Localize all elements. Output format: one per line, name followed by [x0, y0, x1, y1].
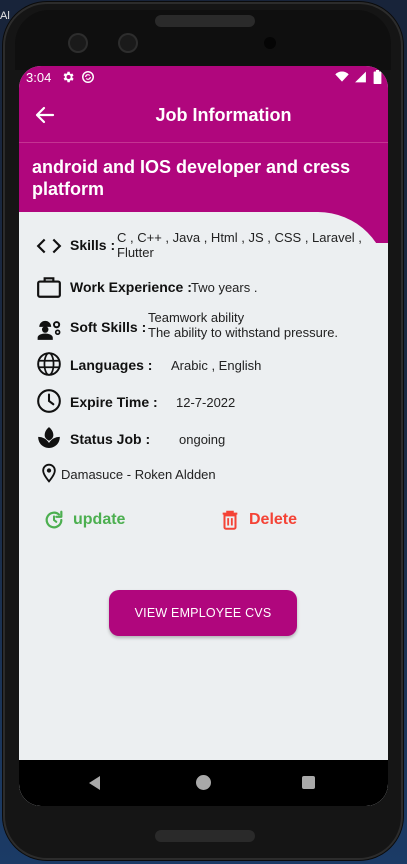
signal-icon	[355, 71, 367, 83]
soft-skills-value: Teamwork ability The ability to withstan…	[148, 310, 338, 340]
skills-row: Skills : C , C++ , Java , Html , JS , CS…	[36, 230, 381, 266]
skills-value: C , C++ , Java , Html , JS , CSS , Larav…	[117, 230, 362, 260]
soft-skills-row: Soft Skills : Teamwork ability The abili…	[36, 310, 381, 344]
soft-skills-value-line1: Teamwork ability	[148, 310, 245, 325]
android-navigation-bar	[19, 760, 388, 806]
page-title: Job Information	[155, 105, 292, 125]
earpiece-speaker	[155, 15, 255, 27]
skills-value-line2: Flutter	[117, 245, 154, 260]
proximity-sensor-icon	[264, 37, 276, 49]
spa-leaf-icon	[38, 427, 60, 448]
expire-time-label: Expire Time :	[70, 394, 158, 410]
gear-icon	[63, 71, 74, 83]
status-job-value: ongoing	[179, 432, 226, 447]
status-time: 3:04	[26, 70, 52, 85]
sync-icon	[82, 71, 94, 83]
nav-home-icon[interactable]	[196, 775, 211, 790]
front-camera-icon	[68, 33, 88, 53]
expire-time-value: 12-7-2022	[176, 395, 236, 410]
delete-button[interactable]: Delete	[219, 506, 319, 534]
phone-screen: 3:04 Job Information android and IOS dev…	[19, 66, 388, 806]
experience-row: Work Experience : Two years .	[36, 274, 381, 302]
languages-label: Languages :	[70, 357, 153, 373]
experience-value: Two years .	[191, 280, 258, 295]
bottom-speaker	[155, 830, 255, 842]
update-button[interactable]: update	[43, 506, 143, 534]
engineering-worker-icon	[37, 320, 61, 340]
languages-row: Languages : Arabic , English	[36, 351, 381, 379]
location-value: Damasuce - Roken Aldden	[61, 467, 216, 482]
front-sensor-icon	[118, 33, 138, 53]
arrow-back-icon[interactable]	[33, 103, 57, 127]
code-icon	[36, 238, 62, 254]
update-button-label: update	[73, 511, 126, 528]
soft-skills-value-line2: The ability to withstand pressure.	[148, 325, 339, 340]
languages-value: Arabic , English	[171, 358, 262, 373]
nav-recent-apps-icon[interactable]	[302, 776, 315, 789]
status-bar: 3:04	[19, 66, 388, 90]
skills-value-line1: C , C++ , Java , Html , JS , CSS , Larav…	[117, 230, 362, 245]
status-indicators	[333, 70, 382, 84]
expire-time-row: Expire Time : 12-7-2022	[36, 388, 381, 416]
nav-back-icon[interactable]	[87, 775, 103, 791]
trash-icon	[222, 510, 238, 530]
location-row: Damasuce - Roken Aldden	[36, 462, 381, 486]
refresh-icon	[45, 510, 63, 529]
briefcase-icon	[37, 277, 61, 298]
delete-button-label: Delete	[249, 511, 298, 528]
skills-label: Skills :	[70, 237, 116, 253]
wifi-icon	[335, 71, 349, 82]
soft-skills-label: Soft Skills :	[70, 319, 147, 335]
status-job-label: Status Job :	[70, 431, 151, 447]
status-job-row: Status Job : ongoing	[36, 425, 381, 453]
view-employee-cvs-button[interactable]: VIEW EMPLOYEE CVS	[109, 590, 297, 636]
job-title: android and IOS developer and cress plat…	[32, 157, 351, 199]
job-details-card: Skills : C , C++ , Java , Html , JS , CS…	[19, 212, 388, 806]
location-pin-icon	[42, 463, 56, 483]
globe-icon	[37, 352, 61, 376]
battery-icon	[373, 70, 382, 84]
experience-label: Work Experience :	[70, 279, 192, 295]
app-bar: Job Information	[19, 90, 388, 142]
clock-icon	[37, 389, 61, 413]
